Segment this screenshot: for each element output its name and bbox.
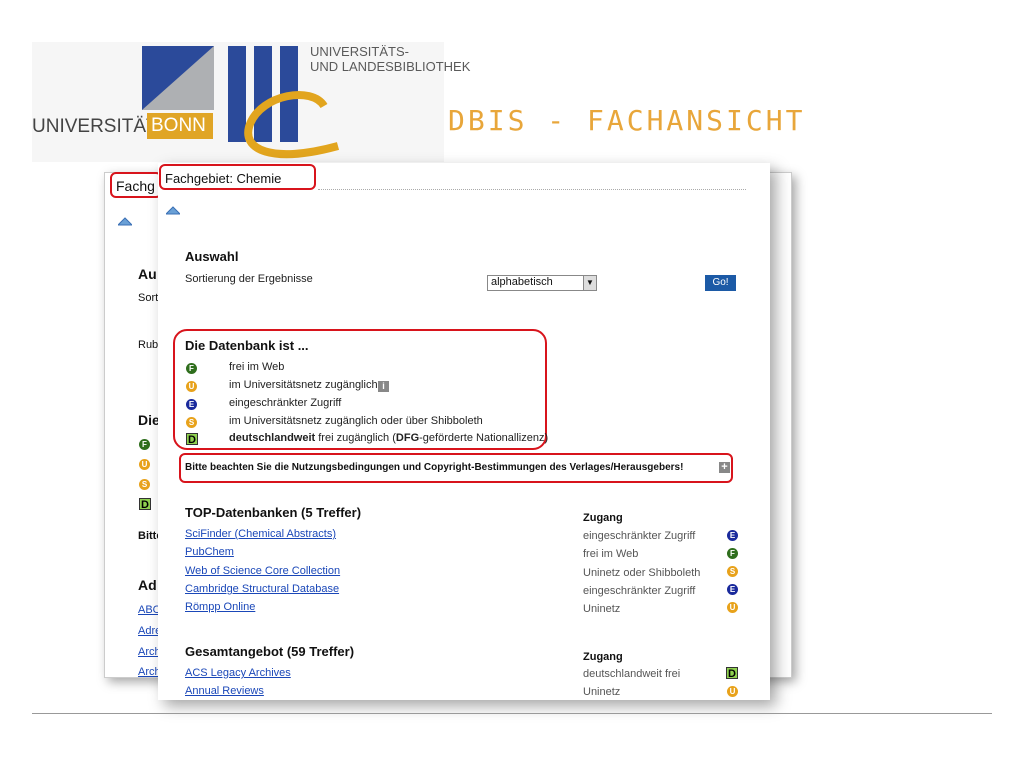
badge-restricted-icon: E <box>186 399 197 410</box>
library-line-2: UND LANDESBIBLIOTHEK <box>310 59 471 74</box>
restricted-badge-icon: E <box>727 584 738 595</box>
top-heading: TOP-Datenbanken (5 Treffer) <box>185 505 362 520</box>
go-button[interactable]: Go! <box>705 275 736 291</box>
legend-restricted-text: eingeschränkter Zugriff <box>229 397 342 409</box>
db-access-csd: eingeschränkter Zugriff <box>583 585 696 597</box>
uni-badge-icon: U <box>727 686 738 697</box>
db-link-acs[interactable]: ACS Legacy Archives <box>185 667 291 679</box>
back-up-arrow-icon[interactable] <box>118 217 132 226</box>
national-badge-icon: D <box>726 667 738 680</box>
db-access-wos: Uninetz oder Shibboleth <box>583 567 701 579</box>
up-arrow-icon[interactable] <box>166 206 180 215</box>
legend-national-rest2: -geförderte Nationallizenz) <box>419 432 549 444</box>
badge-national-icon: D <box>186 433 198 446</box>
legend-free-text: frei im Web <box>229 361 285 373</box>
back-rubrik-fragment: Rub <box>138 339 159 351</box>
legend-national-rest: frei zugänglich ( <box>315 432 396 444</box>
university-name: UNIVERSITÄT <box>32 116 158 137</box>
auswahl-heading: Auswahl <box>185 249 239 264</box>
legend-shibboleth-text: im Universitätsnetz zugänglich oder über… <box>229 415 483 427</box>
legend-uni-text: im Universitätsnetz zugänglich <box>229 379 378 391</box>
legend-national-dfg: DFG <box>395 432 420 444</box>
back-badge-u: U <box>139 459 150 470</box>
back-sort-fragment: Sort <box>138 292 159 304</box>
header-divider <box>318 189 746 190</box>
back-auswahl-fragment: Au <box>138 266 157 282</box>
legend-national-bold: deutschlandweit <box>229 432 316 444</box>
db-access-acs: deutschlandweit frei <box>583 668 681 680</box>
back-badge-f: F <box>139 439 150 450</box>
badge-shibboleth-icon: S <box>186 417 197 428</box>
sort-select-value: alphabetisch <box>491 276 553 288</box>
db-link-csd[interactable]: Cambridge Structural Database <box>185 583 339 595</box>
all-access-header: Zugang <box>583 651 623 663</box>
badge-uni-icon: U <box>186 381 197 392</box>
back-badge-s: S <box>139 479 150 490</box>
restricted-badge-icon: E <box>727 530 738 541</box>
slide-title: DBIS - FACHANSICHT <box>448 104 806 137</box>
expand-plus-icon[interactable]: + <box>719 462 730 473</box>
legend-heading: Die Datenbank ist ... <box>185 338 309 353</box>
info-icon[interactable]: i <box>378 381 389 392</box>
db-link-roempp[interactable]: Römpp Online <box>185 601 255 613</box>
shibboleth-badge-icon: S <box>727 566 738 577</box>
db-access-scifinder: eingeschränkter Zugriff <box>583 530 696 542</box>
db-link-annual-reviews[interactable]: Annual Reviews <box>185 685 264 697</box>
all-heading: Gesamtangebot (59 Treffer) <box>185 644 355 659</box>
db-link-scifinder[interactable]: SciFinder (Chemical Abstracts) <box>185 528 336 540</box>
legend-national-text: deutschlandweit frei zugänglich (DFG-gef… <box>229 432 548 444</box>
page-title: Fachgebiet: Chemie <box>165 171 282 186</box>
bonn-label: BONN <box>147 113 213 139</box>
uni-badge-icon: U <box>727 602 738 613</box>
db-access-roempp: Uninetz <box>583 603 621 615</box>
bottom-divider <box>32 713 992 714</box>
top-access-header: Zugang <box>583 512 623 524</box>
back-ad-fragment: Ad <box>138 577 157 593</box>
badge-free-icon: F <box>186 363 197 374</box>
db-access-annual-reviews: Uninetz <box>583 686 621 698</box>
sort-label: Sortierung der Ergebnisse <box>185 273 313 285</box>
library-name: UNIVERSITÄTS- UND LANDESBIBLIOTHEK <box>310 44 470 74</box>
back-badge-d: D <box>139 498 151 511</box>
db-link-wos[interactable]: Web of Science Core Collection <box>185 565 340 577</box>
back-datenbank-fragment: Die <box>138 412 160 428</box>
db-access-pubchem: frei im Web <box>583 548 639 560</box>
db-link-pubchem[interactable]: PubChem <box>185 546 234 558</box>
sort-select[interactable]: alphabetisch ▼ <box>487 275 597 291</box>
library-line-1: UNIVERSITÄTS- <box>310 44 409 59</box>
free-badge-icon: F <box>727 548 738 559</box>
back-window-header: Fachg <box>116 178 155 194</box>
copyright-notice: Bitte beachten Sie die Nutzungsbedingung… <box>185 462 684 473</box>
chevron-down-icon[interactable]: ▼ <box>583 276 596 290</box>
